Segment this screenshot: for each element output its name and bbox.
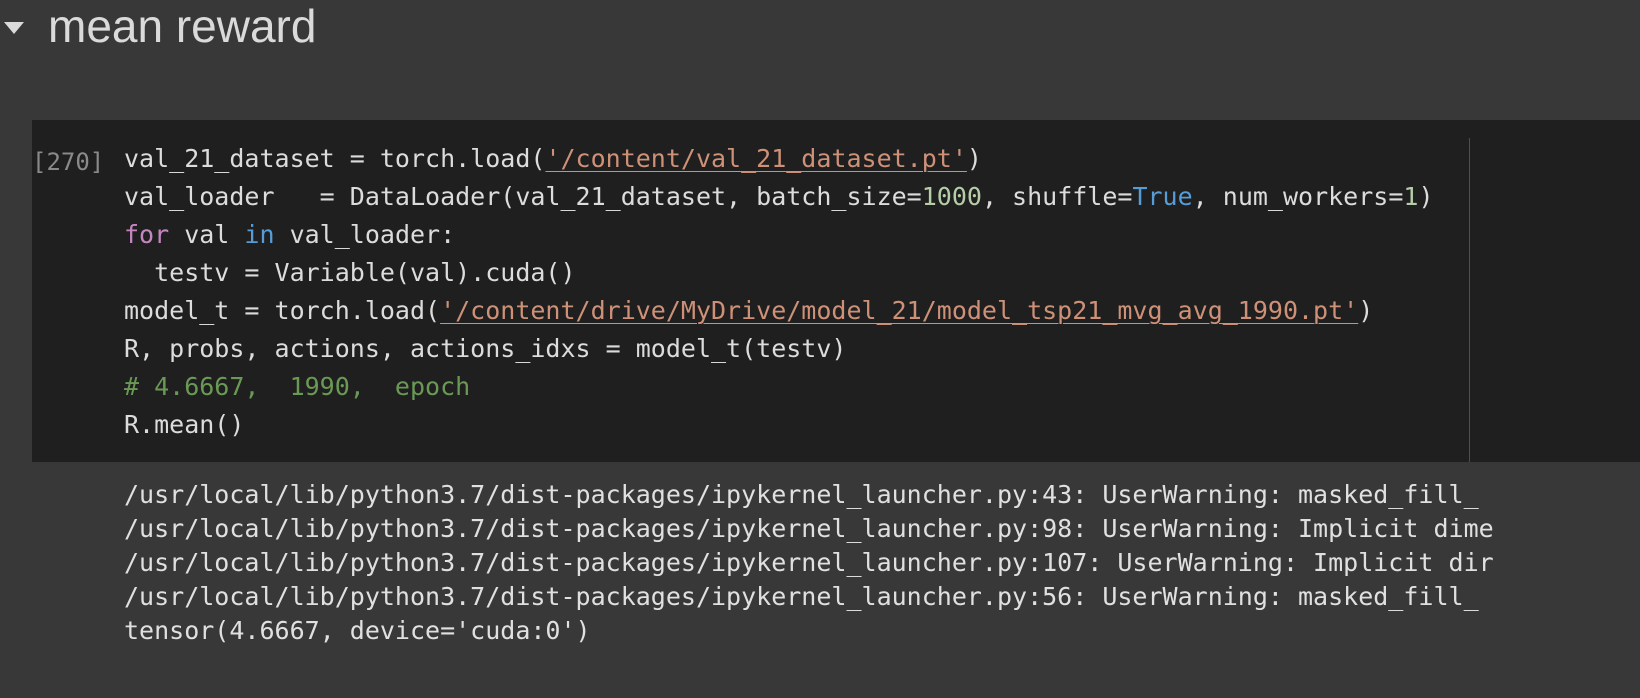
code-token: model_t = torch.load( [124, 296, 441, 325]
code-token: testv = Variable(val).cuda() [124, 258, 576, 287]
output-line: /usr/local/lib/python3.7/dist-packages/i… [124, 514, 1494, 543]
code-token: val_21_dataset = torch.load( [124, 144, 546, 173]
code-token: val_loader: [274, 220, 456, 249]
section-title: mean reward [48, 0, 317, 52]
code-token-num: 1 [1403, 182, 1419, 211]
code-token: , shuffle= [981, 182, 1133, 211]
output-line: /usr/local/lib/python3.7/dist-packages/i… [124, 582, 1479, 611]
code-cell[interactable]: [270] val_21_dataset = torch.load('/cont… [32, 120, 1640, 462]
code-line[interactable]: model_t = torch.load('/content/drive/MyD… [124, 292, 1434, 330]
code-line[interactable]: val_21_dataset = torch.load('/content/va… [124, 140, 1434, 178]
code-token: val [169, 220, 245, 249]
code-token-bi: in [244, 220, 275, 249]
code-token-bi: True [1132, 182, 1193, 211]
column-ruler [1469, 138, 1470, 462]
code-editor[interactable]: val_21_dataset = torch.load('/content/va… [124, 140, 1434, 444]
code-token: R.mean() [124, 410, 245, 439]
code-token-kw: for [124, 220, 170, 249]
code-line[interactable]: R, probs, actions, actions_idxs = model_… [124, 330, 1434, 368]
code-line[interactable]: for val in val_loader: [124, 216, 1434, 254]
code-token-str: '/content/val_21_dataset.pt' [545, 144, 967, 173]
cell-output: /usr/local/lib/python3.7/dist-packages/i… [124, 478, 1494, 648]
code-line[interactable]: val_loader = DataLoader(val_21_dataset, … [124, 178, 1434, 216]
code-token-str: '/content/drive/MyDrive/model_21/model_t… [440, 296, 1359, 325]
code-token-num: 1000 [921, 182, 982, 211]
execution-count: [270] [32, 148, 105, 176]
output-line: /usr/local/lib/python3.7/dist-packages/i… [124, 480, 1479, 509]
code-token-cm: # 4.6667, 1990, epoch [124, 372, 471, 401]
section-header: mean reward [0, 0, 1640, 60]
code-token: val_loader = DataLoader(val_21_dataset, … [124, 182, 922, 211]
code-line[interactable]: R.mean() [124, 406, 1434, 444]
code-token: ) [966, 144, 982, 173]
code-line[interactable]: # 4.6667, 1990, epoch [124, 368, 1434, 406]
code-token: R, probs, actions, actions_idxs = model_… [124, 334, 847, 363]
code-token: ) [1418, 182, 1434, 211]
output-line: /usr/local/lib/python3.7/dist-packages/i… [124, 548, 1494, 577]
triangle-down-icon[interactable] [2, 16, 26, 40]
code-token: ) [1358, 296, 1374, 325]
output-line: tensor(4.6667, device='cuda:0') [124, 616, 591, 645]
code-line[interactable]: testv = Variable(val).cuda() [124, 254, 1434, 292]
code-token: , num_workers= [1192, 182, 1404, 211]
